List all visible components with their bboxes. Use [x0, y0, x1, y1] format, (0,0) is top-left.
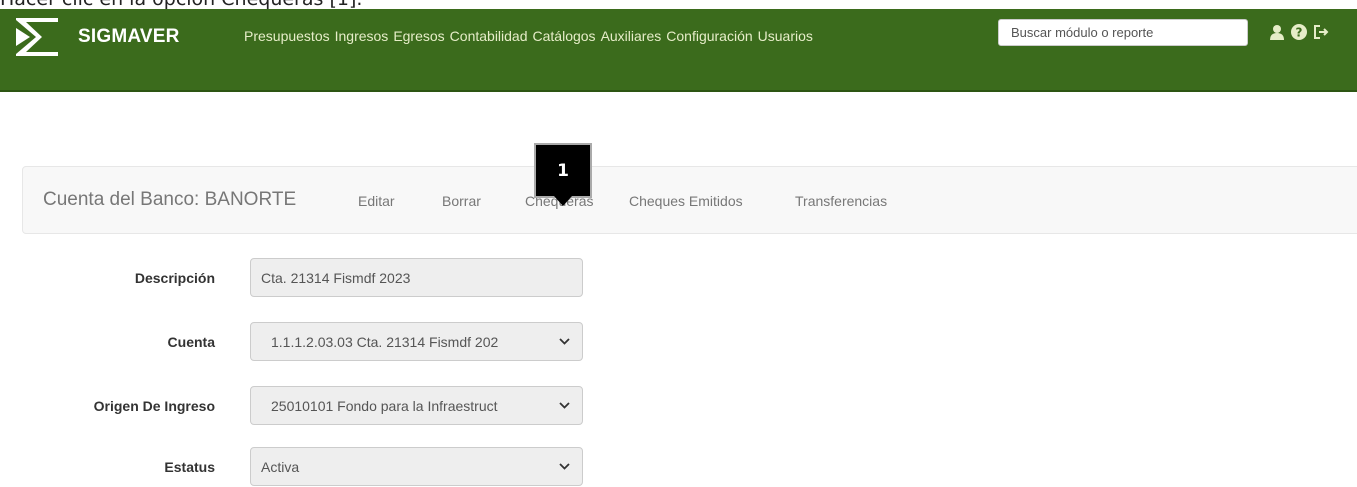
cuenta-select[interactable]: 1.1.1.2.03.03 Cta. 21314 Fismdf 202 — [250, 322, 583, 361]
origen-label: Origen De Ingreso — [93, 398, 215, 414]
estatus-select[interactable]: Activa — [250, 447, 583, 486]
help-icon[interactable]: ? — [1290, 21, 1308, 43]
form-row-descripcion: Descripción Cta. 21314 Fismdf 2023 — [0, 258, 600, 298]
subnav-cheques-emitidos[interactable]: Cheques Emitidos — [629, 193, 743, 209]
chevron-down-icon — [559, 338, 570, 345]
nav-auxiliares[interactable]: Auxiliares — [601, 28, 662, 44]
bank-account-subnav: Cuenta del Banco: BANORTE Editar Borrar … — [22, 166, 1357, 234]
cuenta-select-value: 1.1.1.2.03.03 Cta. 21314 Fismdf 202 — [271, 333, 499, 350]
estatus-label: Estatus — [164, 459, 215, 475]
nav-presupuestos[interactable]: Presupuestos — [244, 28, 330, 44]
nav-egresos[interactable]: Egresos — [393, 28, 444, 44]
top-navbar: SIGMAVER Presupuestos Ingresos Egresos C… — [0, 9, 1357, 92]
sigma-logo-icon — [16, 18, 58, 56]
subnav-transferencias[interactable]: Transferencias — [795, 193, 887, 209]
cuenta-label: Cuenta — [167, 334, 215, 350]
callout-pointer — [554, 196, 572, 206]
form-row-cuenta: Cuenta 1.1.1.2.03.03 Cta. 21314 Fismdf 2… — [0, 322, 600, 362]
descripcion-label: Descripción — [134, 270, 215, 286]
user-icon[interactable] — [1268, 21, 1286, 43]
nav-usuarios[interactable]: Usuarios — [758, 28, 813, 44]
chevron-down-icon — [559, 463, 570, 470]
nav-icon-group: ? — [1268, 21, 1330, 43]
nav-ingresos[interactable]: Ingresos — [335, 28, 389, 44]
form-row-estatus: Estatus Activa — [0, 447, 600, 487]
module-search-input[interactable] — [998, 19, 1248, 46]
estatus-select-value: Activa — [261, 458, 300, 475]
logout-icon[interactable] — [1312, 21, 1330, 43]
nav-configuracion[interactable]: Configuración — [666, 28, 752, 44]
origen-select[interactable]: 25010101 Fondo para la Infraestruct — [250, 386, 583, 425]
chevron-down-icon — [559, 402, 570, 409]
nav-contabilidad[interactable]: Contabilidad — [450, 28, 528, 44]
subnav-borrar[interactable]: Borrar — [442, 193, 481, 209]
svg-text:?: ? — [1296, 26, 1303, 40]
origen-select-value: 25010101 Fondo para la Infraestruct — [271, 397, 498, 414]
step-callout: 1 — [534, 143, 592, 198]
nav-catalogos[interactable]: Catálogos — [533, 28, 596, 44]
subnav-editar[interactable]: Editar — [358, 193, 395, 209]
page-title: Cuenta del Banco: BANORTE — [43, 189, 297, 210]
brand-name: SIGMAVER — [78, 26, 180, 47]
brand[interactable]: SIGMAVER — [14, 17, 180, 57]
main-nav: Presupuestos Ingresos Egresos Contabilid… — [244, 28, 818, 44]
form-row-origen: Origen De Ingreso 25010101 Fondo para la… — [0, 386, 600, 426]
descripcion-field[interactable]: Cta. 21314 Fismdf 2023 — [250, 258, 583, 297]
